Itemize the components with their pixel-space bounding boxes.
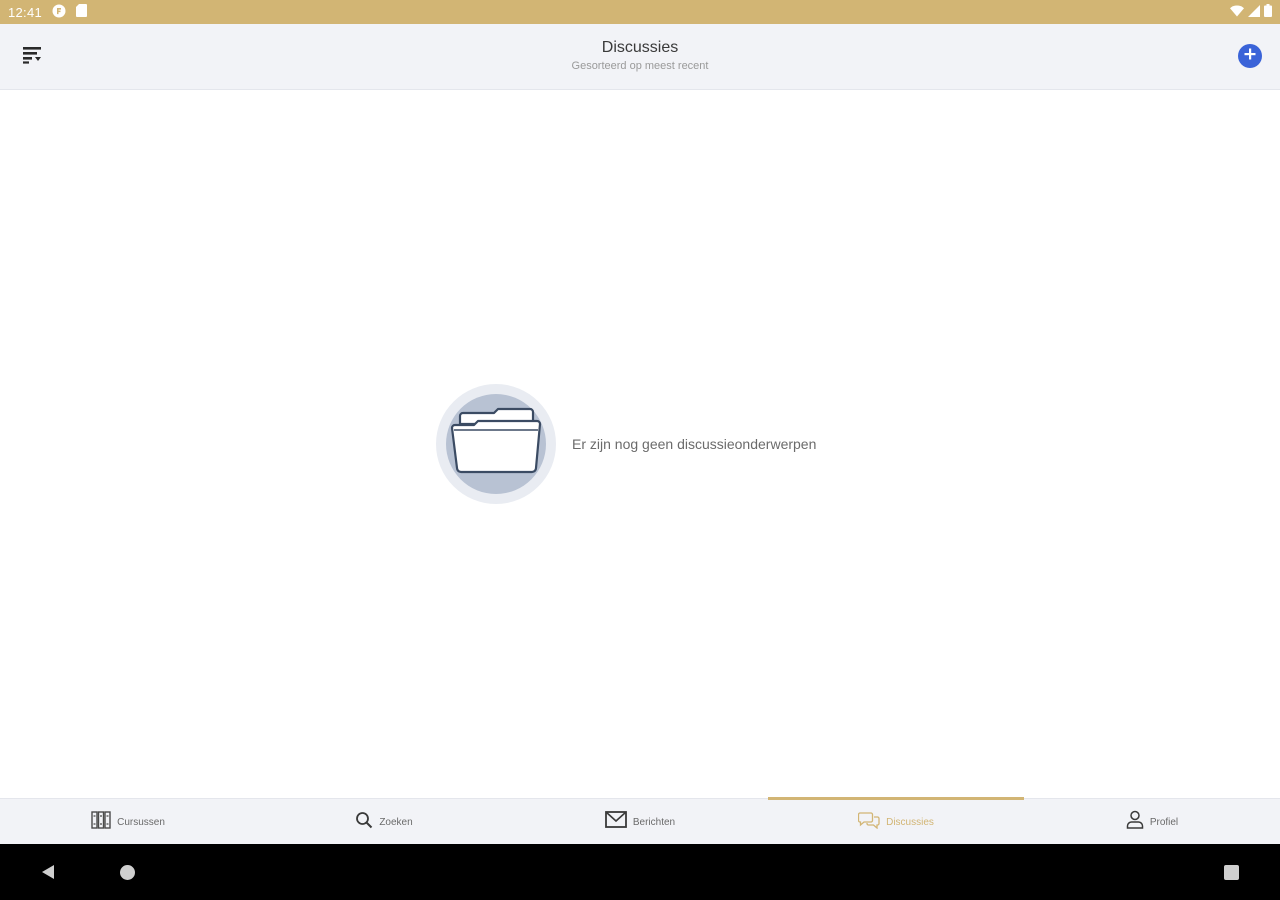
search-icon	[355, 811, 373, 834]
nav-item-profiel[interactable]: Profiel	[1024, 799, 1280, 845]
nav-label-cursussen: Cursussen	[117, 816, 165, 828]
nav-label-profiel: Profiel	[1149, 816, 1179, 828]
bottom-nav: Cursussen Zoeken Berichten Discussies Pr…	[0, 797, 1280, 845]
nav-label-discussies: Discussies	[886, 816, 934, 828]
page-title: Discussies	[601, 39, 679, 56]
battery-icon	[1264, 4, 1272, 20]
nav-label-berichten: Berichten	[632, 816, 676, 828]
status-right	[1230, 4, 1272, 20]
wifi-icon	[1230, 5, 1244, 20]
nav-item-berichten[interactable]: Berichten	[512, 799, 768, 845]
system-nav-bar	[0, 844, 1280, 900]
home-icon[interactable]	[120, 865, 135, 880]
nav-item-discussies[interactable]: Discussies	[768, 797, 1024, 845]
signal-icon	[1248, 4, 1260, 20]
nav-label-zoeken: Zoeken	[379, 816, 413, 828]
empty-state-illustration	[436, 384, 556, 504]
profile-icon	[1126, 810, 1144, 834]
status-bar: 12:41	[0, 0, 1280, 24]
page-subtitle: Gesorteerd op meest recent	[571, 60, 709, 72]
app-bar: Discussies Gesorteerd op meest recent	[0, 24, 1280, 90]
empty-state-circle	[446, 394, 546, 494]
nav-item-zoeken[interactable]: Zoeken	[256, 799, 512, 845]
recents-icon[interactable]	[1224, 865, 1239, 880]
notification-app-icon	[52, 4, 66, 21]
add-circle-icon	[1243, 47, 1257, 66]
status-time: 12:41	[8, 4, 43, 20]
title-wrap: Discussies Gesorteerd op meest recent	[0, 38, 1280, 73]
folder-icon	[448, 406, 544, 483]
main-content: Er zijn nog geen discussieonderwerpen	[0, 90, 1280, 798]
empty-state: Er zijn nog geen discussieonderwerpen	[436, 384, 816, 504]
chat-icon	[857, 811, 880, 834]
back-icon[interactable]	[40, 864, 56, 880]
nav-item-cursussen[interactable]: Cursussen	[0, 799, 256, 845]
mail-icon	[604, 811, 627, 833]
active-tab-indicator	[768, 797, 1024, 800]
add-discussion-button[interactable]	[1238, 44, 1262, 68]
sd-card-icon	[76, 4, 88, 20]
status-left: 12:41	[8, 4, 88, 21]
courses-icon	[91, 810, 111, 834]
empty-state-message: Er zijn nog geen discussieonderwerpen	[572, 436, 817, 452]
